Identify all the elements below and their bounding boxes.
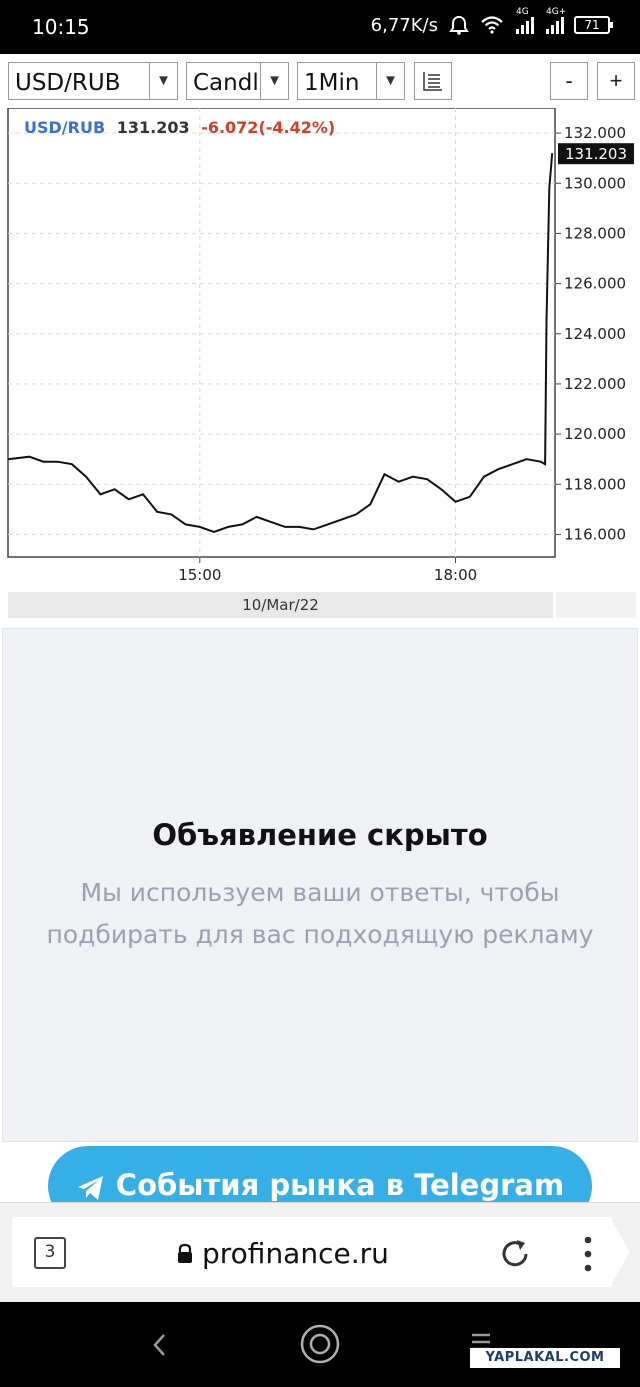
last-price-label: 131.203 (565, 145, 627, 163)
back-icon[interactable] (150, 1332, 170, 1358)
network-speed: 6,77K/s (370, 14, 438, 36)
currency-pair-value: USD/RUB (15, 70, 121, 96)
chevron-down-icon: ▼ (149, 63, 177, 99)
last-price-tag: 131.203 (558, 143, 634, 165)
telegram-icon (77, 1176, 103, 1200)
price-chart[interactable]: 132.000 130.000 128.000 126.000 124.000 122.0… (0, 107, 640, 628)
list-icon (423, 72, 442, 91)
date-scroll-bar[interactable]: 10/Mar/22 (8, 592, 553, 618)
interval-value: 1Min (304, 70, 360, 96)
chart-header: USD/RUB 131.203 -6.072(-4.42%) (24, 118, 335, 137)
telegram-button-label: События рынка в Telegram (115, 1168, 565, 1202)
chart-toolbar: USD/RUB ▼ Candle ▼ 1Min ▼ - + (0, 54, 640, 108)
status-bar: 10:15 6,77K/s 4G 4G+ 71 (0, 0, 640, 54)
reload-icon[interactable] (498, 1237, 532, 1271)
chart-header-change: -6.072(-4.42%) (201, 118, 335, 137)
indicators-button[interactable] (414, 62, 452, 100)
chart-type-select[interactable]: Candle ▼ (186, 62, 289, 100)
interval-select[interactable]: 1Min ▼ (297, 62, 405, 100)
url-text: profinance.ru (202, 1237, 389, 1270)
wifi-icon (480, 15, 504, 35)
y-tick-label: 132.000 (564, 124, 626, 142)
y-tick-label: 120.000 (564, 425, 626, 443)
ad-hidden-text: Мы используем ваши ответы, чтобы подбира… (46, 878, 594, 949)
tab-switcher-button[interactable]: 3 (34, 1237, 66, 1269)
plot-area (7, 107, 556, 558)
home-icon[interactable] (299, 1323, 341, 1365)
y-tick-label: 118.000 (564, 475, 626, 493)
url-bar-tip (610, 1217, 630, 1287)
chevron-down-icon: ▼ (376, 63, 404, 99)
signal-icon-2: 4G+ (544, 7, 566, 35)
battery-icon: 71 (574, 16, 613, 34)
browser-toolbar: 3 profinance.ru (0, 1202, 640, 1302)
x-tick-label: 18:00 (434, 566, 477, 584)
y-tick-label: 126.000 (564, 275, 626, 293)
system-nav-bar (0, 1302, 640, 1387)
more-menu-icon[interactable] (582, 1235, 594, 1273)
alarm-icon (448, 14, 470, 36)
lock-icon (178, 1243, 192, 1263)
currency-pair-select[interactable]: USD/RUB ▼ (8, 62, 178, 100)
chevron-down-icon: ▼ (260, 63, 288, 99)
chart-header-price: 131.203 (117, 118, 190, 137)
chart-svg[interactable]: 132.000 130.000 128.000 126.000 124.000 122.0… (0, 107, 640, 588)
watermark-logo: YAPLAKAL.COM (470, 1348, 620, 1368)
signal-icon-1: 4G (514, 7, 534, 35)
zoom-out-button[interactable]: - (550, 62, 588, 100)
y-tick-label: 130.000 (564, 174, 626, 192)
ad-hidden-title: Объявление скрыто (152, 818, 488, 852)
y-tick-label: 122.000 (564, 375, 626, 393)
y-tick-label: 116.000 (564, 525, 626, 543)
date-scroll-track[interactable] (556, 592, 636, 618)
y-tick-label: 124.000 (564, 325, 626, 343)
y-tick-label: 128.000 (564, 224, 626, 242)
x-tick-label: 15:00 (178, 566, 221, 584)
chart-header-symbol: USD/RUB (24, 118, 105, 137)
zoom-in-button[interactable]: + (597, 62, 635, 100)
status-icons: 6,77K/s 4G 4G+ 71 (370, 7, 613, 36)
status-time: 10:15 (32, 15, 90, 39)
url-display[interactable]: profinance.ru (176, 1237, 389, 1270)
